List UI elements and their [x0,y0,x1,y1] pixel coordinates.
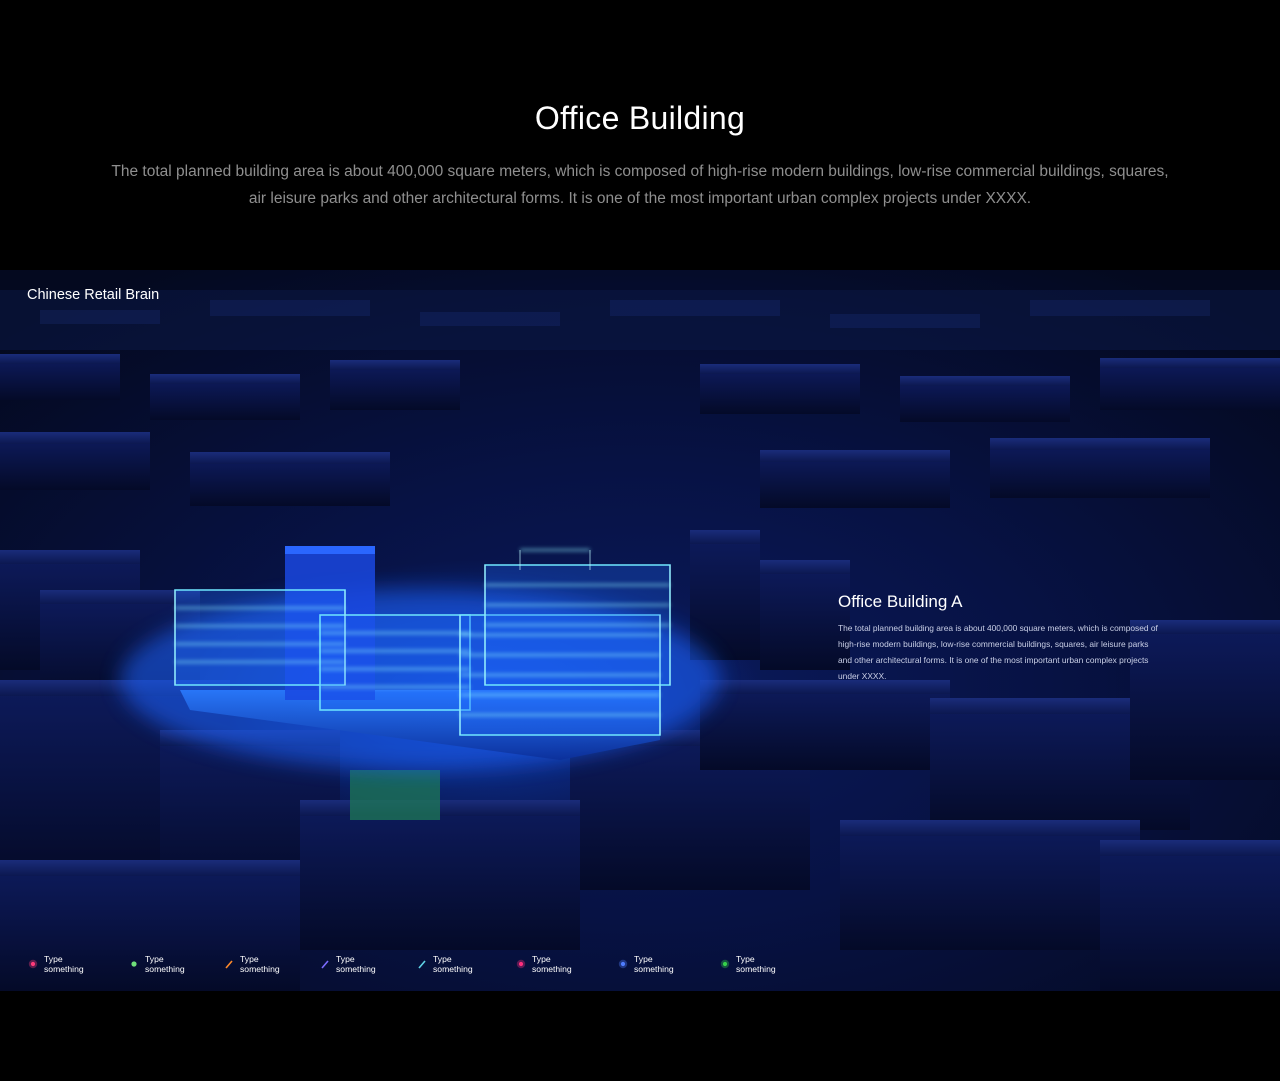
building-info-card: Office Building A The total planned buil… [838,592,1158,684]
building-description-line: The total planned building area is about… [838,623,1158,633]
legend-label: Type something [336,954,376,974]
legend-item: Type something [516,954,572,974]
legend-item: Type something [320,954,376,974]
legend-label: Type something [44,954,84,974]
legend-item: Type something [129,954,185,974]
legend-label: Type something [240,954,280,974]
ring-dot-icon [28,959,38,969]
city-render: Chinese Retail Brain Office Building A T… [0,270,1280,991]
legend-label: Type something [532,954,572,974]
slash-icon [224,959,234,969]
legend-item: Type something [28,954,84,974]
legend-item: Type something [720,954,776,974]
page-description: The total planned building area is about… [80,158,1200,212]
slash-icon [320,959,330,969]
legend-label: Type something [145,954,185,974]
legend-label: Type something [433,954,473,974]
slash-icon [417,959,427,969]
building-description: The total planned building area is about… [838,620,1158,684]
building-description-line: and other architectural forms. It is one… [838,655,1149,665]
page-title: Office Building [534,100,746,136]
legend-label: Type something [634,954,674,974]
building-description-line: under XXXX. [838,671,887,681]
ring-dot-icon [516,959,526,969]
legend-item: Type something [618,954,674,974]
legend-item: Type something [417,954,473,974]
legend-item: Type something [224,954,280,974]
ring-dot-icon [618,959,628,969]
building-title: Office Building A [838,592,963,611]
legend-label: Type something [736,954,776,974]
ring-dot-icon [720,959,730,969]
building-description-line: high-rise modern buildings, low-rise com… [838,639,1149,649]
page-description-line: The total planned building area is about… [111,163,1169,180]
scene-label: Chinese Retail Brain [27,287,160,303]
page-description-line: air leisure parks and other architectura… [248,190,1032,207]
dot-icon [129,959,139,969]
